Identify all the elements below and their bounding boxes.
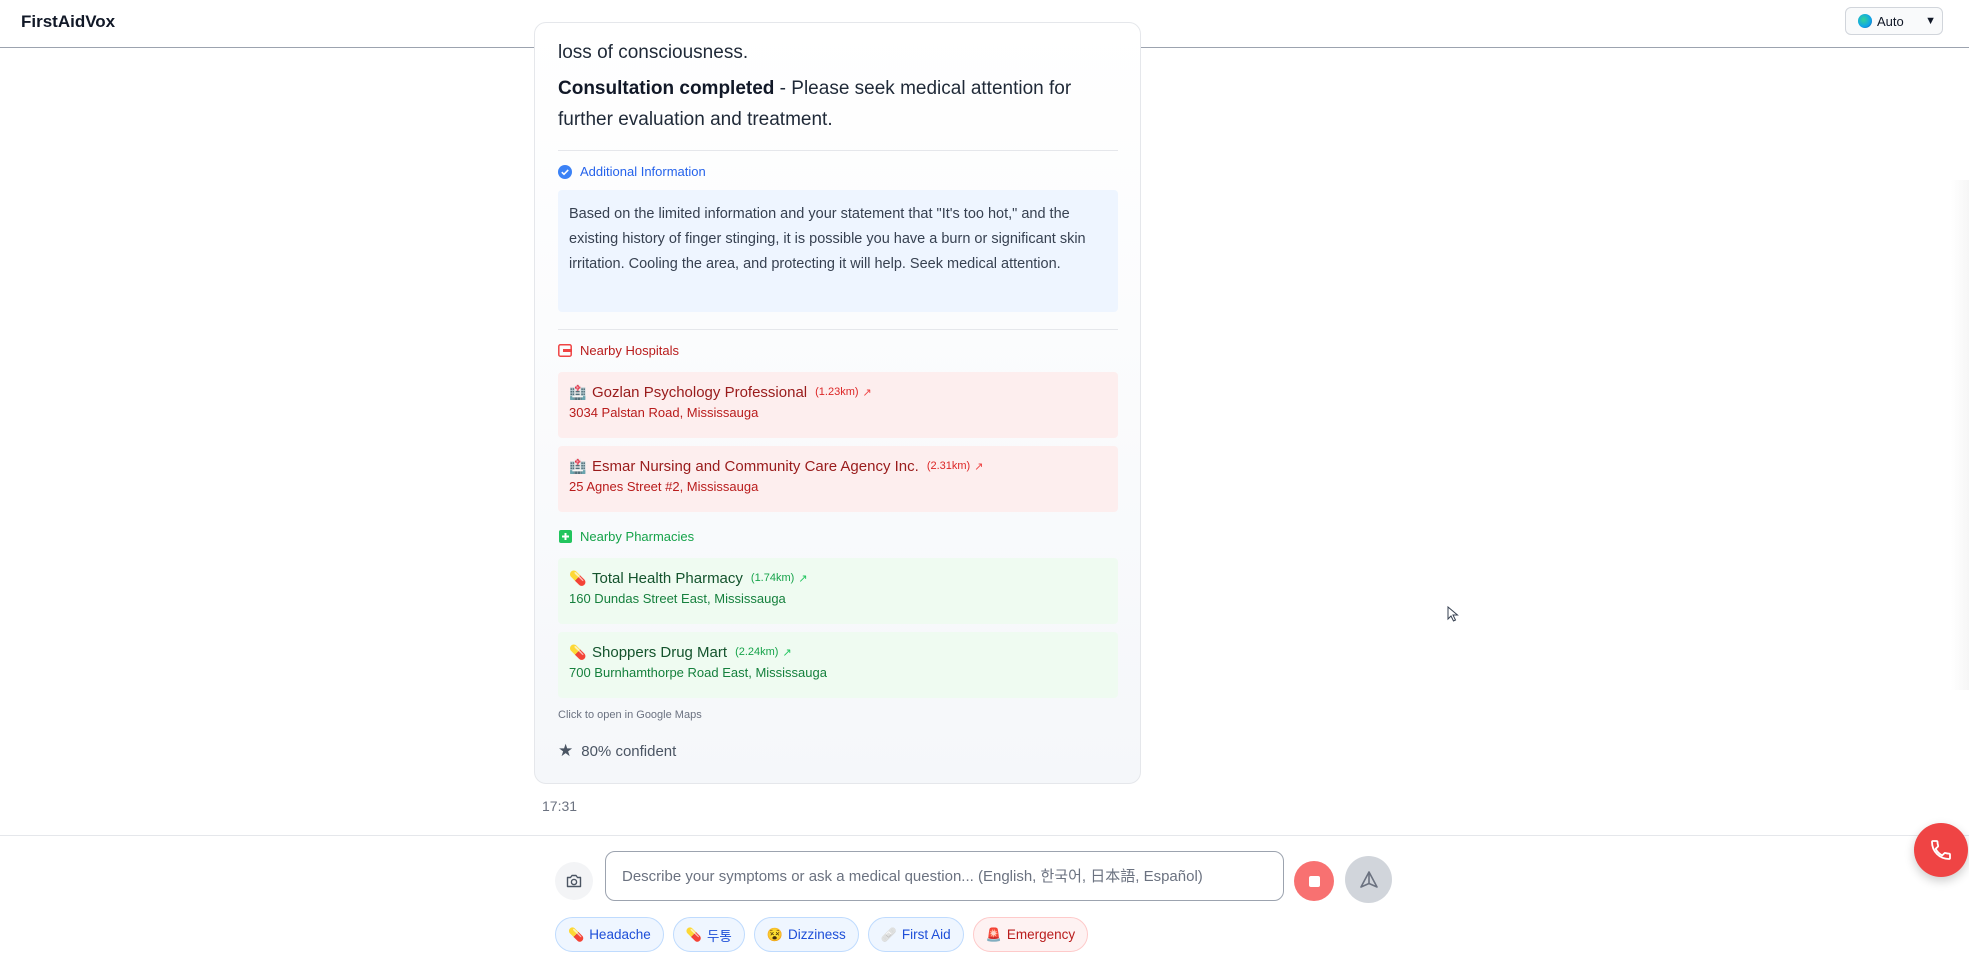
pharmacy-address: 700 Burnhamthorpe Road East, Mississauga <box>569 665 827 680</box>
hospital-card[interactable]: 🏥 Esmar Nursing and Community Care Agenc… <box>558 446 1118 512</box>
pharmacy-card[interactable]: 💊 Total Health Pharmacy (1.74km) ↗ 160 D… <box>558 558 1118 624</box>
camera-icon <box>566 874 582 888</box>
chip-emergency[interactable]: 🚨 Emergency <box>972 917 1089 952</box>
pill-icon: 💊 <box>568 926 585 942</box>
external-link-icon: ↗ <box>798 572 808 585</box>
consultation-status: Consultation completed - Please seek med… <box>558 73 1118 135</box>
chip-headache-korean[interactable]: 💊 두통 <box>672 917 745 952</box>
app-title: FirstAidVox <box>21 12 116 31</box>
hospital-name: Esmar Nursing and Community Care Agency … <box>592 457 919 475</box>
language-select[interactable]: Auto ▼ <box>1845 7 1943 35</box>
pill-icon: 💊 <box>569 643 587 660</box>
stop-icon <box>1308 875 1320 887</box>
hospitals-heading: Nearby Hospitals <box>558 343 679 358</box>
hospital-card[interactable]: 🏥 Gozlan Psychology Professional (1.23km… <box>558 372 1118 438</box>
previous-text: loss of consciousness. <box>558 42 749 63</box>
chip-label: First Aid <box>901 927 951 942</box>
message-timestamp: 17:31 <box>542 798 578 814</box>
check-circle-icon <box>558 164 572 179</box>
language-select-value: Auto <box>1877 13 1904 29</box>
camera-button[interactable] <box>555 862 593 900</box>
external-link-icon: ↗ <box>862 386 872 399</box>
send-button[interactable] <box>1345 856 1392 903</box>
confidence-indicator: ★ 80% confident <box>558 741 676 761</box>
confidence-label: 80% confident <box>581 742 677 760</box>
hospital-distance: (1.23km) <box>815 386 859 398</box>
star-icon: ★ <box>558 741 574 760</box>
chip-headache[interactable]: 💊 Headache <box>555 917 664 952</box>
pharmacy-address: 160 Dundas Street East, Mississauga <box>569 591 786 606</box>
hospital-icon <box>558 344 572 358</box>
external-link-icon: ↗ <box>782 646 792 659</box>
chip-label: 두통 <box>706 928 732 944</box>
additional-info-title: Additional Information <box>580 164 706 179</box>
pharmacy-name: Total Health Pharmacy <box>592 569 743 587</box>
additional-info-text: Based on the limited information and you… <box>558 190 1118 312</box>
chip-label: Headache <box>589 927 651 942</box>
dizzy-face-icon: 😵 <box>766 926 783 942</box>
pharmacy-distance: (2.24km) <box>735 646 779 658</box>
divider <box>558 150 1118 151</box>
symptom-input[interactable] <box>605 851 1284 901</box>
pharmacy-plus-icon <box>558 530 572 544</box>
chip-first-aid[interactable]: 🩹 First Aid <box>867 917 964 952</box>
chip-label: Dizziness <box>787 927 846 942</box>
consultation-label: Consultation completed <box>558 78 775 99</box>
scroll-shade <box>1951 180 1969 690</box>
phone-icon <box>1931 840 1951 860</box>
pill-icon: 💊 <box>569 569 587 586</box>
pharmacy-name: Shoppers Drug Mart <box>592 643 728 661</box>
pharmacies-title: Nearby Pharmacies <box>580 529 695 544</box>
siren-icon: 🚨 <box>985 926 1002 942</box>
divider <box>558 329 1118 330</box>
external-link-icon: ↗ <box>974 460 984 473</box>
bandage-icon: 🩹 <box>880 926 897 942</box>
hospital-address: 25 Agnes Street #2, Mississauga <box>569 479 759 494</box>
chevron-down-icon: ▼ <box>1925 15 1936 27</box>
chip-dizziness[interactable]: 😵 Dizziness <box>753 917 859 952</box>
maps-note: Click to open in Google Maps <box>558 709 702 721</box>
globe-icon <box>1858 14 1872 28</box>
emergency-call-button[interactable] <box>1914 823 1968 877</box>
pharmacy-distance: (1.74km) <box>750 572 795 584</box>
hospital-building-icon: 🏥 <box>569 457 587 474</box>
hospital-building-icon: 🏥 <box>569 383 587 400</box>
chip-label: Emergency <box>1006 927 1076 942</box>
hospital-name: Gozlan Psychology Professional <box>592 383 808 401</box>
pharmacies-heading: Nearby Pharmacies <box>558 529 694 544</box>
hospital-address: 3034 Palstan Road, Mississauga <box>569 405 759 420</box>
quick-symptom-chips: 💊 Headache 💊 두통 😵 Dizziness 🩹 First Aid … <box>555 917 1089 952</box>
send-icon <box>1359 870 1378 888</box>
additional-info-heading: Additional Information <box>558 164 706 179</box>
pill-icon: 💊 <box>685 926 702 942</box>
hospital-distance: (2.31km) <box>926 460 971 472</box>
pharmacy-card[interactable]: 💊 Shoppers Drug Mart (2.24km) ↗ 700 Burn… <box>558 632 1118 698</box>
stop-recording-button[interactable] <box>1294 861 1334 901</box>
mouse-cursor-icon <box>1447 605 1459 622</box>
hospitals-title: Nearby Hospitals <box>580 343 679 358</box>
